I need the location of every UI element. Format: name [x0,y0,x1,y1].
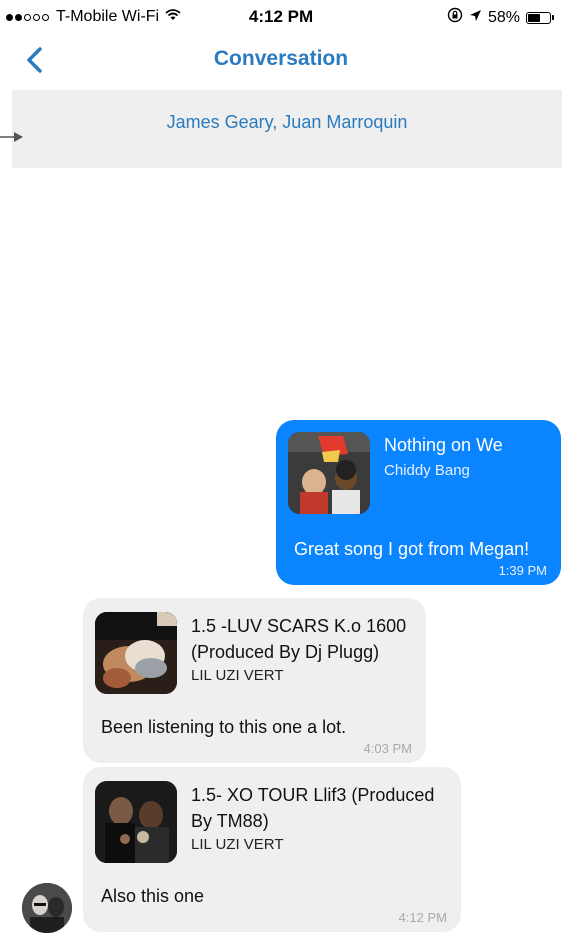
song-title-line-1: 1.5- XO TOUR Llif3 (Produced [191,785,435,805]
battery-icon [526,11,554,24]
message-time: 4:03 PM [363,741,412,756]
album-art[interactable] [288,432,370,514]
album-art[interactable] [95,612,177,694]
participants-names[interactable]: James Geary, Juan Marroquin [12,112,562,133]
location-arrow-icon [469,9,482,27]
message-text: Been listening to this one a lot. [101,717,347,737]
song-artist: LIL UZI VERT [191,836,284,853]
avatar[interactable] [22,883,72,933]
participants-banner[interactable]: James Geary, Juan Marroquin [12,90,562,168]
message-text: Also this one [101,886,205,906]
message-bubble-received[interactable]: 1.5- XO TOUR Llif3 (Produced By TM88) LI… [83,767,461,932]
battery-percent: 58% [487,8,520,26]
message-time: 4:12 PM [398,910,447,925]
nav-bar: Conversation [0,36,562,84]
page-title: Conversation [213,47,349,70]
arrow-right-icon [0,132,23,142]
song-title-line-2: (Produced By Dj Plugg) [191,642,380,662]
song-artist: LIL UZI VERT [191,667,284,684]
song-title-line-1: 1.5 -LUV SCARS K.o 1600 [191,616,407,636]
message-bubble-received[interactable]: 1.5 -LUV SCARS K.o 1600 (Produced By Dj … [83,598,426,763]
message-bubble-sent[interactable]: Nothing on We Chiddy Bang Great song I g… [276,420,561,585]
message-time: 1:39 PM [498,563,547,578]
rotation-lock-icon [447,7,463,28]
status-bar: T-Mobile Wi-Fi 4:12 PM 58% [0,0,562,36]
song-artist: Chiddy Bang [384,462,470,479]
album-art[interactable] [95,781,177,863]
message-text: Great song I got from Megan! [294,539,530,559]
song-title: Nothing on We [384,435,503,455]
song-title-line-2: By TM88) [191,811,269,831]
status-right: 58% [447,7,554,28]
